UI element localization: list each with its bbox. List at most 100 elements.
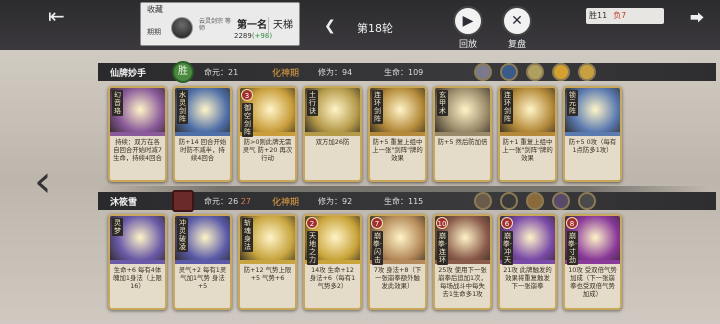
card-name: 崩拳·寸劲 <box>567 231 578 265</box>
card[interactable]: 斩魂身法 防+12 气势上限+5 气势+6 <box>238 214 297 310</box>
card[interactable]: 幻音珞持续：双方在各自回合开始时减7生命，持续4回合 <box>108 86 167 182</box>
card[interactable]: 崩拳·闪击 7 7攻 身法+8（下一张崩拳额外触发此效果） <box>368 214 427 310</box>
card-level-bar <box>305 132 360 136</box>
card[interactable]: 冲灵破凌灵气+2 每有1灵气加1气势 身法+5 <box>173 214 232 310</box>
card[interactable]: 崩拳·连环 10 25攻 使用下一张崩拳后追加1次，每场战斗中每失去1生命多1攻 <box>433 214 492 310</box>
relic-icon[interactable] <box>526 63 544 81</box>
player2-name: 沐筱雪 <box>110 198 138 208</box>
card-level-bar <box>370 132 425 136</box>
ladder-label[interactable]: 天梯 <box>268 17 296 35</box>
card-text: 持续：双方在各自回合开始时减7生命，持续4回合 <box>113 138 162 162</box>
avatar[interactable] <box>171 17 193 39</box>
card[interactable]: 水灵剑阵防+14 回合开始时防不减半，持续4回合 <box>173 86 232 182</box>
favorite-label: 收藏 <box>147 5 163 14</box>
card-name: 土行诀 <box>307 90 318 116</box>
share-icon[interactable]: ⮕ <box>690 8 704 28</box>
card-text: 21攻 此牌触发的效果将重复触发下一张崩拳 <box>503 266 552 290</box>
card[interactable]: 连环剑阵防+5 重复上组中上一张"剑阵"牌的效果 <box>368 86 427 182</box>
card-text: 10攻 受双倍气势加成（下一张崩拳也受双倍气势加成） <box>568 266 617 298</box>
card[interactable]: 连环剑阵 防+1 重复上组中上一张"剑阵"牌的效果 <box>498 86 557 182</box>
card-level-bar <box>435 132 490 136</box>
card-name: 天地之力 <box>307 231 318 265</box>
card-text: 防+12 气势上限+5 气势+6 <box>243 266 292 282</box>
win-badge: 胜 <box>172 61 194 83</box>
player1-cultivation: 修为：94 <box>318 68 353 77</box>
win-loss-record: 胜11 负7 <box>586 8 664 24</box>
card-name: 连环剑阵 <box>502 90 513 124</box>
player2-hp-extra: 27 <box>240 197 251 206</box>
replay-button[interactable]: ▶ <box>453 6 483 36</box>
relic-icon[interactable] <box>500 192 518 210</box>
card[interactable]: 玄甲术防+5 然后防加倍 <box>433 86 492 182</box>
relic-icon[interactable] <box>552 192 570 210</box>
card[interactable]: 崩拳·寸劲 8 10攻 受双倍气势加成（下一张崩拳也受双倍气势加成） <box>563 214 622 310</box>
card-name: 水灵剑阵 <box>177 90 188 124</box>
player2-realm: 化神期 <box>272 198 300 208</box>
card-name: 玄甲术 <box>437 90 448 116</box>
card-text: 防+5 重复上组中上一张"剑阵"牌的效果 <box>372 138 423 162</box>
card[interactable]: 崩拳·冲天 6 21攻 此牌触发的效果将重复触发下一张崩拳 <box>498 214 557 310</box>
score-value: 2289 <box>234 32 252 40</box>
card-text: 7攻 身法+8（下一张崩拳额外触发此效果） <box>373 266 422 290</box>
relic-icon[interactable] <box>578 63 596 81</box>
card-text: 25攻 使用下一张崩拳后追加1次，每场战斗中每失去1生命多1攻 <box>438 266 487 298</box>
card[interactable]: 土行诀双方加26防 <box>303 86 362 182</box>
card-cost: 8 <box>566 217 578 229</box>
card-text: 防>0则此牌无需灵气 防+20 再次行动 <box>242 138 293 162</box>
card-level-bar <box>565 132 620 136</box>
replay-label: 回放 <box>458 40 477 50</box>
round-label: 第18轮 <box>357 22 393 35</box>
rank-label: 第一名 <box>237 20 267 31</box>
card-name: 崩拳·闪击 <box>372 231 383 265</box>
prev-round-icon[interactable]: ❮ <box>324 18 336 34</box>
card-cost: 7 <box>371 217 383 229</box>
losses-label: 负7 <box>613 11 627 20</box>
player1-hp: 命元：21 <box>204 68 239 77</box>
player1-realm: 化神期 <box>272 69 300 79</box>
card[interactable]: 天地之力 2 14攻 生命+12 身法+6（每有1气势多2） <box>303 214 362 310</box>
card-cost: 10 <box>436 217 448 229</box>
card-level-bar <box>110 132 165 136</box>
card-level-bar <box>175 260 230 264</box>
card-name: 崩拳·连环 <box>437 231 448 265</box>
card-name: 崩拳·冲天 <box>502 231 513 265</box>
review-button[interactable]: ✕ <box>502 6 532 36</box>
play-icon: ▶ <box>462 13 474 29</box>
player2-life: 生命：115 <box>384 197 424 206</box>
card-name: 灵梦 <box>112 218 123 236</box>
player2-hp: 命元：26 27 <box>204 196 251 207</box>
relic-icon[interactable] <box>578 192 596 210</box>
card-text: 14攻 生命+12 身法+6（每有1气势多2） <box>309 266 356 290</box>
card[interactable]: 御空剑阵 3 防>0则此牌无需灵气 防+20 再次行动 <box>238 86 297 182</box>
player1-name: 仙牌妙手 <box>110 69 147 79</box>
relic-icon[interactable] <box>552 63 570 81</box>
card-name: 冲灵破凌 <box>177 218 188 252</box>
relic-icon[interactable] <box>474 63 492 81</box>
relic-icon[interactable] <box>526 192 544 210</box>
card-name: 连环剑阵 <box>372 90 383 124</box>
card-text: 防+5 然后防加倍 <box>437 138 488 146</box>
card[interactable]: 灵梦生命+6 每有4体魄加1身法（上限16） <box>108 214 167 310</box>
card-name: 锁元阵 <box>567 90 578 116</box>
relic-icon[interactable] <box>474 192 492 210</box>
card-cost: 3 <box>241 89 253 101</box>
card-text: 灵气+2 每有1灵气加1气势 身法+5 <box>178 266 227 290</box>
card-level-bar <box>175 132 230 136</box>
player2-cultivation: 修为：92 <box>318 197 353 206</box>
review-label: 复盘 <box>507 40 526 50</box>
card-text: 双方加26防 <box>315 138 350 146</box>
card-name: 幻音珞 <box>112 90 123 116</box>
card-text: 生命+6 每有4体魄加1身法（上限16） <box>113 266 162 290</box>
card-level-bar <box>240 260 295 264</box>
card-cost: 2 <box>306 217 318 229</box>
loss-badge <box>172 190 194 212</box>
back-button[interactable]: ⇤ <box>48 6 82 26</box>
card-text: 防+14 回合开始时防不减半，持续4回合 <box>178 138 227 162</box>
chevron-left-icon[interactable]: ‹ <box>34 160 52 204</box>
card[interactable]: 锁元阵防+5 0攻（每有1点防多1攻） <box>563 86 622 182</box>
card-text: 防+5 0攻（每有1点防多1攻） <box>568 138 617 154</box>
period-label: 期期 <box>147 28 161 36</box>
card-cost: 6 <box>501 217 513 229</box>
card-name: 御空剑阵 <box>242 103 253 137</box>
relic-icon[interactable] <box>500 63 518 81</box>
